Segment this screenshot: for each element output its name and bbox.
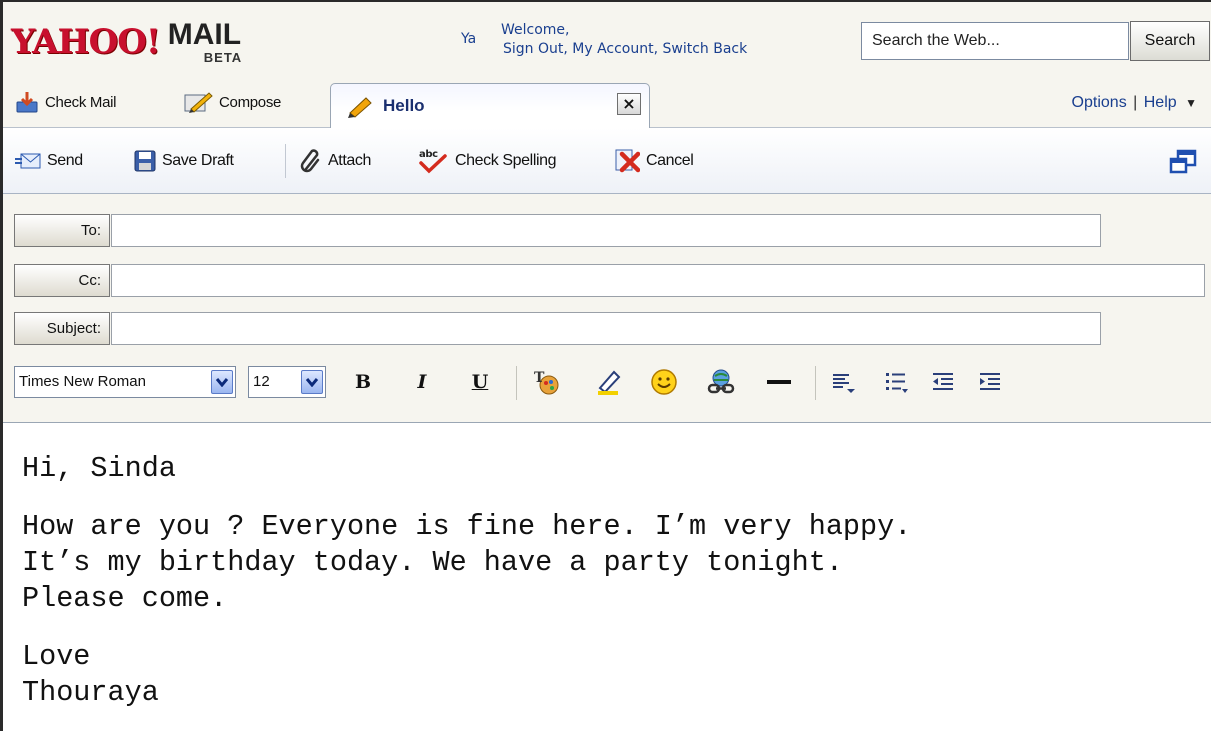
format-divider: [815, 366, 816, 400]
chevron-down-icon: [211, 370, 233, 394]
bulleted-list-icon: [886, 373, 908, 393]
format-divider: [516, 366, 517, 400]
font-family-select[interactable]: Times New Roman: [14, 366, 236, 398]
horizontal-rule-icon: [767, 380, 791, 384]
message-body[interactable]: Hi, Sinda How are you ? Everyone is fine…: [3, 422, 1211, 731]
header: YAHOO! MAIL BETA Ya Welcome, Sign Out, M…: [3, 2, 1211, 78]
message-line: Please come.: [22, 582, 228, 615]
horizontal-rule-button[interactable]: [764, 368, 794, 396]
text-color-button[interactable]: T: [531, 368, 561, 396]
align-left-icon: [833, 374, 855, 393]
yahoo-mail-logo[interactable]: YAHOO! MAIL BETA: [11, 18, 248, 65]
list-button[interactable]: [882, 368, 912, 396]
chevron-down-icon: [301, 370, 323, 394]
compose-icon: [184, 92, 213, 113]
options-separator: |: [1133, 94, 1138, 111]
chevron-down-icon[interactable]: ▼: [1185, 96, 1197, 110]
welcome-text: Welcome,: [501, 22, 570, 38]
logo-mail-text: MAIL: [167, 18, 242, 51]
bold-button[interactable]: B: [348, 368, 378, 396]
message-line: It’s my birthday today. We have a party …: [22, 546, 843, 579]
expand-window-icon[interactable]: [1169, 149, 1197, 175]
message-closing: Love: [22, 640, 91, 673]
welcome-prefix: Ya: [461, 31, 477, 47]
smiley-icon: [651, 369, 677, 395]
font-size-select[interactable]: 12: [248, 366, 326, 398]
save-draft-button[interactable]: Save Draft: [134, 148, 234, 174]
cancel-icon: [615, 149, 640, 173]
logo-beta-text: BETA: [203, 50, 243, 65]
underline-label: U: [471, 371, 489, 393]
align-button[interactable]: [828, 368, 858, 396]
help-link[interactable]: Help: [1144, 94, 1177, 111]
highlight-button[interactable]: [593, 368, 623, 396]
to-field[interactable]: [111, 214, 1101, 247]
indent-button[interactable]: [975, 368, 1005, 396]
check-spelling-button[interactable]: abc Check Spelling: [417, 148, 557, 174]
cc-button[interactable]: Cc:: [14, 264, 110, 297]
insert-link-button[interactable]: [706, 368, 736, 396]
send-label: Send: [47, 152, 83, 169]
pencil-icon: [348, 97, 372, 118]
spellcheck-icon: abc: [419, 149, 447, 174]
italic-button[interactable]: I: [407, 368, 437, 396]
subject-field[interactable]: [111, 312, 1101, 345]
close-tab-button[interactable]: ×: [617, 93, 641, 115]
compose-toolbar: Send Save Draft Attach abc Check Spellin…: [3, 128, 1211, 194]
attach-label: Attach: [328, 152, 371, 169]
logo-yahoo-text: YAHOO!: [11, 22, 161, 62]
message-greeting: Hi, Sinda: [22, 452, 176, 485]
options-help: Options | Help ▼: [1072, 94, 1197, 112]
message-signature: Thouraya: [22, 676, 159, 709]
compose-button[interactable]: Compose: [183, 86, 281, 118]
link-icon: [707, 369, 735, 394]
italic-label: I: [417, 371, 427, 393]
attach-button[interactable]: Attach: [300, 148, 371, 174]
options-link[interactable]: Options: [1072, 94, 1127, 111]
highlighter-icon: [598, 370, 621, 395]
address-fields: To: Cc: Subject: Times New Roman 12 B I …: [3, 194, 1211, 422]
indent-icon: [980, 373, 1000, 390]
compose-label: Compose: [219, 93, 282, 111]
underline-button[interactable]: U: [465, 368, 495, 396]
svg-text:T: T: [534, 370, 545, 386]
paperclip-icon: [300, 149, 320, 173]
search-input[interactable]: Search the Web...: [861, 22, 1129, 60]
send-icon: [15, 153, 41, 169]
search-button[interactable]: Search: [1130, 21, 1210, 61]
welcome-lines: Welcome, Sign Out, My Account, Switch Ba…: [501, 21, 747, 59]
font-family-value: Times New Roman: [19, 373, 146, 390]
toolbar-divider: [285, 144, 286, 178]
formatting-toolbar: Times New Roman 12 B I U T: [3, 362, 1211, 406]
outdent-icon: [933, 373, 953, 390]
outdent-button[interactable]: [928, 368, 958, 396]
cc-field[interactable]: [111, 264, 1205, 297]
tab-hello[interactable]: Hello ×: [330, 83, 650, 129]
send-button[interactable]: Send: [15, 148, 83, 174]
message-line: How are you ? Everyone is fine here. I’m…: [22, 510, 912, 543]
cancel-button[interactable]: Cancel: [614, 148, 694, 174]
check-spelling-label: Check Spelling: [455, 152, 557, 169]
svg-text:abc: abc: [419, 149, 438, 160]
to-button[interactable]: To:: [14, 214, 110, 247]
tab-hello-label: Hello: [383, 96, 425, 115]
save-draft-label: Save Draft: [162, 152, 234, 169]
emoticon-button[interactable]: [649, 368, 679, 396]
subject-button[interactable]: Subject:: [14, 312, 110, 345]
text-color-icon: T: [534, 370, 559, 395]
floppy-disk-icon: [134, 150, 156, 172]
check-mail-label: Check Mail: [45, 93, 117, 111]
check-mail-icon: [16, 92, 38, 113]
bold-label: B: [354, 371, 372, 393]
logo-mail-wrap: MAIL BETA: [167, 18, 248, 65]
font-size-value: 12: [253, 373, 270, 390]
check-mail-button[interactable]: Check Mail: [15, 86, 116, 118]
account-links[interactable]: Sign Out, My Account, Switch Back: [503, 40, 747, 59]
tab-bar: Check Mail Compose Hello × Options | Hel…: [3, 78, 1211, 129]
cancel-label: Cancel: [646, 152, 694, 169]
